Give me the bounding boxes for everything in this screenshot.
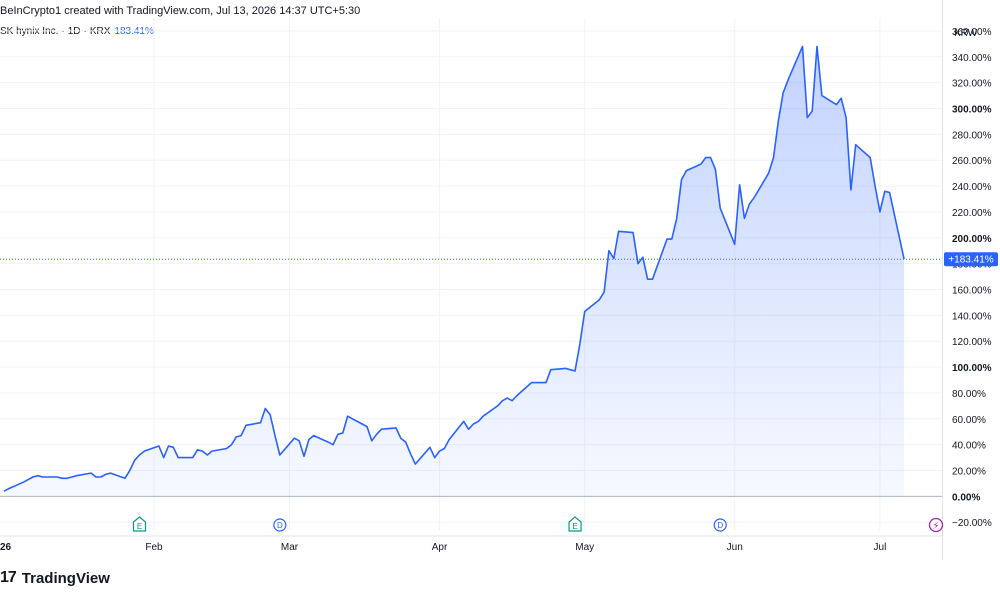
event-dividend-marker[interactable]: D — [273, 518, 287, 532]
series-area-fill — [4, 46, 905, 497]
dividend-letter: D — [277, 521, 283, 530]
y-tick-label: 200.00% — [952, 234, 992, 245]
dividend-letter: D — [717, 521, 723, 530]
x-tick-label: Feb — [145, 542, 163, 553]
y-tick-label: −20.00% — [952, 518, 992, 529]
earnings-letter: E — [572, 522, 577, 531]
event-markers[interactable]: E D E D ⚡ — [132, 516, 944, 533]
price-axis[interactable]: −20.00% 0.00% 20.00% 40.00% 60.00% 80.00% 100.… — [952, 27, 992, 529]
y-tick-label: 100.00% — [952, 363, 992, 374]
event-flash-marker[interactable]: ⚡ — [928, 517, 944, 533]
y-tick-label: 60.00% — [952, 415, 986, 426]
tradingview-logo: 17 — [0, 569, 17, 586]
y-tick-label: 300.00% — [952, 105, 992, 116]
y-tick-label: 20.00% — [952, 467, 986, 478]
y-tick-label: 280.00% — [952, 130, 992, 141]
x-tick-label: Apr — [432, 542, 448, 553]
event-earnings-marker[interactable]: E — [568, 516, 582, 532]
x-tick-label: May — [575, 542, 594, 553]
x-tick-label: Mar — [281, 542, 299, 553]
tradingview-name: TradingView — [21, 569, 110, 587]
y-tick-label: 220.00% — [952, 208, 992, 219]
y-tick-label: 160.00% — [952, 286, 992, 297]
flash-glyph: ⚡ — [932, 521, 939, 532]
x-tick-label: Jun — [727, 542, 743, 553]
earnings-letter: E — [137, 522, 142, 531]
y-tick-label: 320.00% — [952, 79, 992, 90]
y-tick-label: 40.00% — [952, 441, 986, 452]
tradingview-brand[interactable]: 17 TradingView — [0, 569, 110, 587]
event-earnings-marker[interactable]: E — [132, 516, 147, 532]
y-tick-label: 240.00% — [952, 182, 992, 193]
last-value-badge: +183.41% — [944, 252, 998, 267]
x-tick-label: Jul — [874, 542, 887, 553]
last-value-badge-text: +183.41% — [948, 255, 993, 266]
time-axis[interactable]: 26 Feb Mar Apr May Jun Jul — [0, 542, 886, 553]
y-tick-label: 140.00% — [952, 311, 992, 322]
y-tick-label: 0.00% — [952, 492, 980, 503]
y-tick-label: 120.00% — [952, 337, 992, 348]
event-dividend-marker[interactable]: D — [713, 518, 727, 532]
price-chart[interactable]: −20.00% 0.00% 20.00% 40.00% 60.00% 80.00% 100.… — [0, 0, 1000, 560]
x-tick-label: 26 — [0, 542, 12, 553]
currency-label: KRW — [954, 28, 978, 39]
y-tick-label: 340.00% — [952, 53, 992, 64]
y-tick-label: 260.00% — [952, 156, 992, 167]
y-tick-label: 80.00% — [952, 389, 986, 400]
